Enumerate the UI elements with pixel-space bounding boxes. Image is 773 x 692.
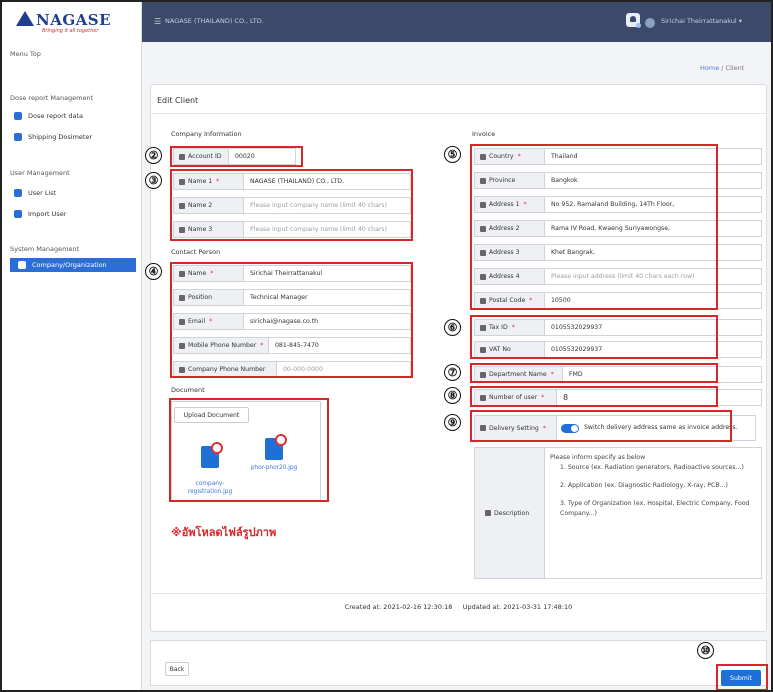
action-bar: Back [150,640,767,686]
sidebar-group-user: User Management [10,169,70,177]
description-textarea[interactable]: Please inform specify as below 1. Source… [544,447,762,579]
description-label: Description [474,447,544,579]
sidebar-item-company[interactable]: Company/Organization [10,258,136,272]
sidebar-group-system: System Management [10,245,80,253]
timestamps: Created at: 2021-02-16 12:30:18 Updated … [151,603,766,611]
import-icon [14,210,22,218]
annotation-box-4 [170,262,413,378]
updated-at: Updated at: 2021-03-31 17:48:10 [462,603,573,611]
sidebar-item-shipping[interactable]: Shipping Dosimeter [14,133,92,141]
upload-note: ※อัพโหลดไฟล์รูปภาพ [171,526,277,539]
marker-5: ⑤ [444,146,461,163]
user-menu[interactable]: Sirichai Theirrattanakul ▾ [661,17,742,25]
annotation-box-3 [170,169,413,241]
annotation-box-5 [470,144,718,310]
marker-9: ⑨ [444,414,461,431]
marker-2: ② [145,147,162,164]
created-at: Created at: 2021-02-16 12:30:18 [344,603,453,611]
annotation-box-8 [470,386,718,407]
annotation-box-10 [716,664,768,690]
logo-mark-icon [16,11,34,26]
annotation-box-7 [470,363,718,383]
chart-icon [14,112,22,120]
logo-text: NAGASE [36,10,112,29]
section-company: Company Information [171,130,242,138]
marker-8: ⑧ [444,387,461,404]
top-bar: NAGASE Bringing it all together ☰ NAGASE… [2,2,771,42]
marker-4: ④ [145,263,162,280]
note-icon [485,510,491,516]
annotation-box-document [169,398,329,502]
breadcrumb-home[interactable]: Home [700,64,719,72]
sidebar-menu-top[interactable]: Menu Top [10,50,41,58]
logo[interactable]: NAGASE Bringing it all together [2,2,142,42]
section-document: Document [171,386,205,394]
menu-toggle-icon[interactable]: ☰ [154,17,161,26]
back-button[interactable]: Back [165,662,189,676]
app-window: NAGASE Bringing it all together ☰ NAGASE… [0,0,773,692]
sidebar-item-dose-report[interactable]: Dose report data [14,112,83,120]
logo-tagline: Bringing it all together [42,27,99,34]
marker-10: ⑩ [697,642,714,659]
marker-7: ⑦ [444,364,461,381]
annotation-box-9 [470,410,732,442]
breadcrumb-current: Client [725,64,745,72]
sidebar-item-import-user[interactable]: Import User [14,210,66,218]
marker-6: ⑥ [444,319,461,336]
header-company-name: NAGASE (THAILAND) CO., LTD. [165,17,264,25]
section-contact: Contact Person [171,248,221,256]
notification-badge [636,23,641,28]
annotation-box-6 [470,315,718,359]
user-icon [14,189,22,197]
section-invoice: Invoice [472,130,496,138]
sidebar-group-dose: Dose report Management [10,94,94,102]
sidebar-item-user-list[interactable]: User List [14,189,56,197]
page-title: Edit Client [157,96,199,105]
avatar[interactable] [645,18,655,28]
annotation-box-2 [170,146,303,167]
sidebar: Menu Top Dose report Management Dose rep… [2,42,142,690]
marker-3: ③ [145,172,162,189]
truck-icon [14,133,22,141]
building-icon [18,261,26,269]
breadcrumb: Home / Client [700,64,745,72]
